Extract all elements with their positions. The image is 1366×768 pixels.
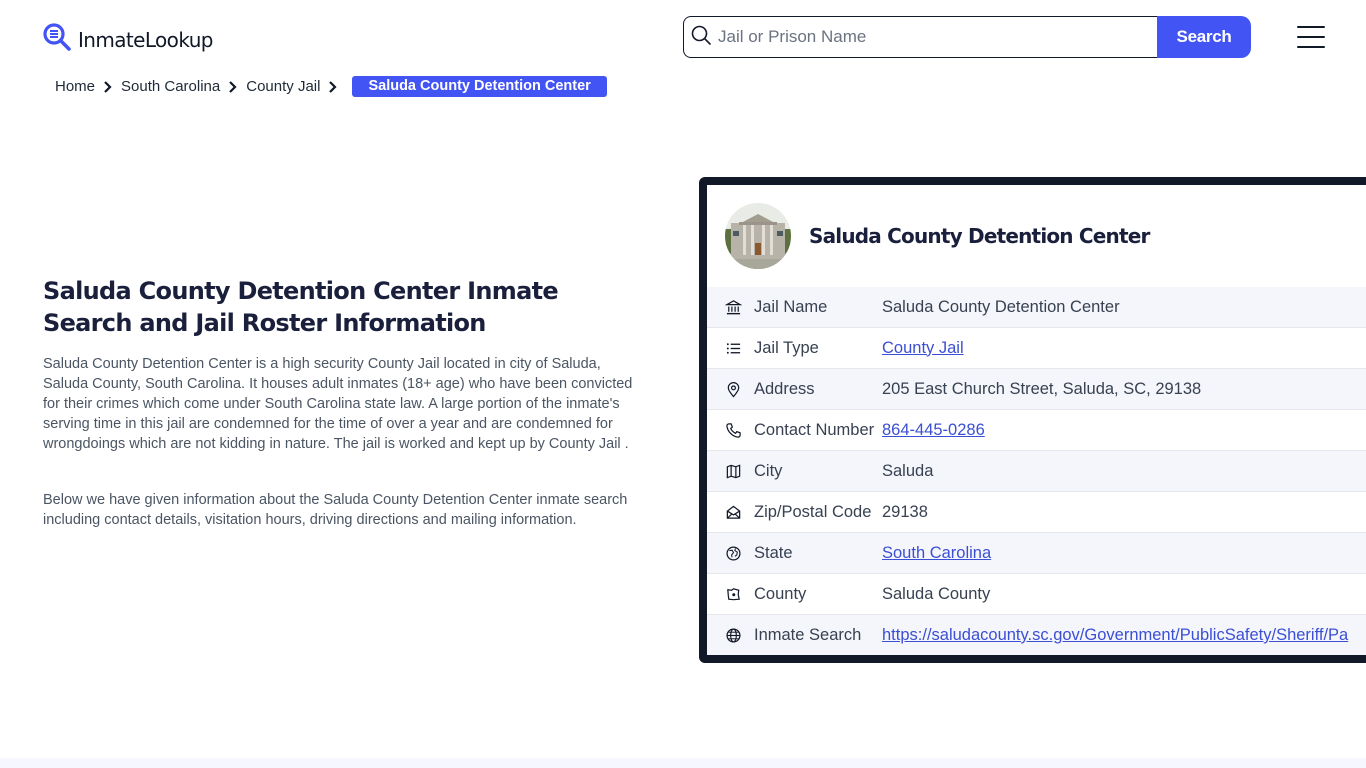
logo-text: InmateLookup bbox=[78, 27, 213, 52]
breadcrumb-home[interactable]: Home bbox=[55, 78, 95, 95]
breadcrumb-state[interactable]: South Carolina bbox=[121, 78, 220, 95]
row-value: Saluda County bbox=[882, 584, 991, 603]
row-label: Zip/Postal Code bbox=[754, 502, 872, 521]
footer-section-edge bbox=[0, 758, 1366, 768]
row-label: State bbox=[754, 543, 793, 562]
detail-row-jail-name: Jail Name Saluda County Detention Center bbox=[707, 287, 1366, 328]
phone-icon bbox=[724, 421, 742, 439]
row-value: Saluda bbox=[882, 461, 934, 480]
inmate-search-link[interactable]: https://saludacounty.sc.gov/Government/P… bbox=[882, 626, 1348, 644]
globe-region-icon bbox=[724, 544, 742, 562]
row-label: City bbox=[754, 461, 783, 480]
detail-row-state: State South Carolina bbox=[707, 533, 1366, 574]
row-value: Saluda County Detention Center bbox=[882, 297, 1120, 316]
description-paragraph: Below we have given information about th… bbox=[43, 492, 628, 528]
state-link[interactable]: South Carolina bbox=[882, 544, 991, 562]
row-label: Address bbox=[754, 379, 815, 398]
detail-row-city: City Saluda bbox=[707, 451, 1366, 492]
hamburger-menu-icon[interactable] bbox=[1297, 26, 1325, 48]
description-paragraph: Saluda County Detention Center is a high… bbox=[43, 356, 633, 452]
row-value: 205 East Church Street, Saluda, SC, 2913… bbox=[882, 379, 1202, 398]
jail-type-link[interactable]: County Jail bbox=[882, 339, 964, 357]
search-icon bbox=[690, 24, 712, 51]
row-value: 29138 bbox=[882, 502, 928, 521]
row-label: County bbox=[754, 584, 807, 603]
detail-row-county: County Saluda County bbox=[707, 574, 1366, 615]
search-field bbox=[683, 16, 1157, 58]
chevron-right-icon bbox=[228, 80, 238, 93]
row-label: Jail Type bbox=[754, 338, 819, 357]
list-icon bbox=[724, 339, 742, 357]
logo-link[interactable]: InmateLookup bbox=[42, 22, 213, 57]
row-label: Jail Name bbox=[754, 297, 828, 316]
map-pin-icon bbox=[724, 380, 742, 398]
facility-info-card: Saluda County Detention Center Jail Name… bbox=[699, 177, 1366, 663]
phone-link[interactable]: 864-445-0286 bbox=[882, 421, 985, 439]
chevron-right-icon bbox=[103, 80, 113, 93]
search-form: Search bbox=[683, 16, 1251, 58]
detail-row-zip: Zip/Postal Code 29138 bbox=[707, 492, 1366, 533]
county-map-icon bbox=[724, 585, 742, 603]
detail-row-jail-type: Jail Type County Jail bbox=[707, 328, 1366, 369]
card-title: Saluda County Detention Center bbox=[809, 224, 1150, 248]
facility-details-table: Jail Name Saluda County Detention Center… bbox=[707, 287, 1366, 655]
search-input[interactable] bbox=[718, 27, 1138, 47]
mail-open-icon bbox=[724, 503, 742, 521]
detail-row-address: Address 205 East Church Street, Saluda, … bbox=[707, 369, 1366, 410]
map-icon bbox=[724, 462, 742, 480]
breadcrumb-jail-type[interactable]: County Jail bbox=[246, 78, 320, 95]
magnifier-logo-icon bbox=[42, 22, 72, 57]
page-title: Saluda County Detention Center Inmate Se… bbox=[43, 277, 559, 337]
search-button[interactable]: Search bbox=[1157, 16, 1251, 58]
row-label: Inmate Search bbox=[754, 626, 862, 644]
row-label: Contact Number bbox=[754, 420, 875, 439]
world-icon bbox=[724, 627, 742, 645]
detail-row-contact-number: Contact Number 864-445-0286 bbox=[707, 410, 1366, 451]
card-header: Saluda County Detention Center bbox=[707, 185, 1366, 287]
breadcrumb: Home South Carolina County Jail Saluda C… bbox=[55, 76, 607, 97]
chevron-right-icon bbox=[328, 80, 338, 93]
detail-row-inmate-search: Inmate Search https://saludacounty.sc.go… bbox=[707, 615, 1366, 655]
facility-photo bbox=[725, 203, 791, 269]
bank-icon bbox=[724, 298, 742, 316]
breadcrumb-current: Saluda County Detention Center bbox=[352, 76, 607, 97]
